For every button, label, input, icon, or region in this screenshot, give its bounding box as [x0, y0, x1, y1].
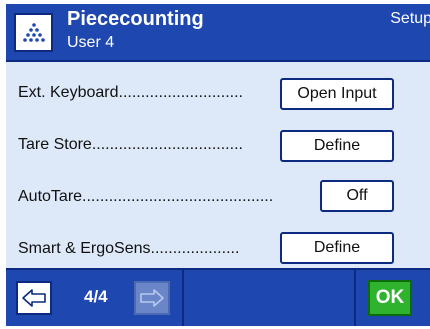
open-input-button[interactable]: Open Input — [280, 78, 394, 110]
app-title: Piececounting — [67, 8, 204, 30]
terminal-screen: Piececounting User 4 Setup Ext. Keyboard… — [6, 4, 430, 326]
footer-divider — [354, 270, 356, 326]
header-bar: Piececounting User 4 Setup — [6, 4, 430, 60]
tare-store-label: Tare Store..............................… — [18, 136, 243, 153]
tare-store-define-button[interactable]: Define — [280, 130, 394, 162]
setup-label: Setup — [390, 10, 430, 27]
arrow-right-icon — [140, 289, 164, 307]
forward-button[interactable] — [134, 281, 170, 315]
footer-divider — [182, 270, 184, 326]
dots-pyramid-icon — [23, 23, 45, 42]
page-indicator: 4/4 — [84, 287, 108, 306]
app-icon-button[interactable] — [14, 13, 53, 52]
smart-ergosens-define-button[interactable]: Define — [280, 232, 394, 264]
ext-keyboard-label: Ext. Keyboard...........................… — [18, 84, 243, 101]
user-label: User 4 — [67, 34, 115, 51]
ok-button[interactable]: OK — [368, 280, 412, 316]
autotare-label: AutoTare................................… — [18, 188, 274, 205]
settings-list: Ext. Keyboard...........................… — [6, 60, 430, 270]
footer-bar: 4/4 OK — [6, 270, 430, 326]
back-button[interactable] — [16, 281, 52, 315]
autotare-off-button[interactable]: Off — [320, 180, 394, 212]
smart-ergosens-label: Smart & ErgoSens.................... — [18, 240, 240, 257]
arrow-left-icon — [22, 289, 46, 307]
